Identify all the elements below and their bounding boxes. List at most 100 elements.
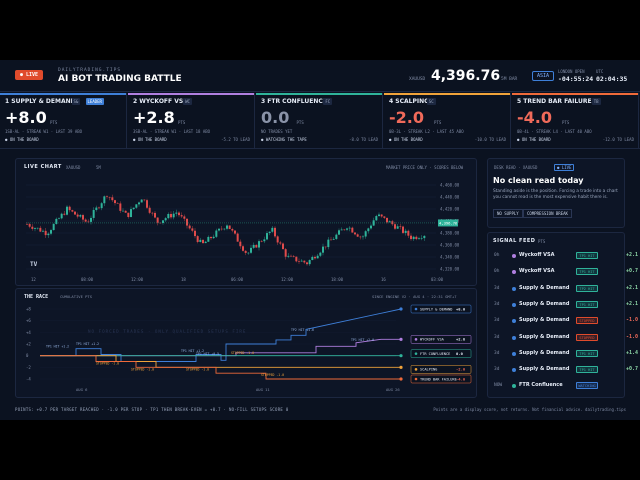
top-bar: ● LIVE DAILYTRADING.TIPS AI BOT TRADING …: [0, 60, 640, 92]
feed-bot-dot: [512, 254, 516, 258]
desk-chip-supply[interactable]: NO SUPPLY: [493, 209, 523, 218]
race-annotation: TP2 HIT +1.6: [291, 328, 314, 332]
bot-card[interactable]: 3 FTR CONFLUENCE FC 0.0 PTS NO TRADES YET ● W…: [256, 93, 383, 149]
candlestick-chart[interactable]: 4,460.004,440.004,420.004,400.004,380.00…: [16, 159, 478, 287]
candle-body: [338, 230, 340, 235]
bot-status: ● WATCHING THE TAPE: [261, 137, 307, 142]
feed-bot-name: Supply & Demand: [519, 284, 570, 291]
feed-bot-name: Wyckoff VSA: [519, 252, 555, 258]
feed-row[interactable]: 3d Supply & Demand STOPPED -1.0: [492, 313, 640, 329]
feed-time: 0h: [494, 253, 500, 258]
signal-feed-panel: SIGNAL FEED PTS 0h Wyckoff VSA TP1 HIT +2.1…: [487, 232, 638, 398]
x-tick-label: 08:00: [81, 277, 94, 282]
candle-body: [378, 214, 380, 217]
candle-body: [348, 227, 351, 229]
feed-event-tag: TP2 HIT: [576, 284, 598, 292]
candle-body: [31, 226, 34, 229]
candle-body: [340, 229, 343, 231]
bot-badge: TB: [591, 98, 601, 105]
feed-row[interactable]: 3d Supply & Demand TP1 HIT +0.7: [492, 362, 640, 378]
current-price-text: 4,396.76: [439, 220, 458, 225]
candle-body: [223, 228, 226, 230]
race-series-endpoint: [399, 365, 403, 369]
candle-body: [135, 204, 138, 208]
feed-row[interactable]: NOW FTR Confluence WATCHING: [492, 378, 640, 394]
bot-badge: FC: [323, 98, 333, 105]
utc-clock: 02:04:35: [596, 75, 628, 83]
feed-row[interactable]: 0h Wyckoff VSA TP1 HIT +2.1: [492, 248, 640, 264]
feed-time: 3d: [494, 367, 500, 373]
bot-card[interactable]: 4 SCALPING SC -2.0 PTS 0B-3L · STREAK L2 · L…: [384, 93, 511, 149]
bot-status: ● ON THE BOARD: [5, 137, 39, 142]
feed-row[interactable]: 3d Supply & Demand TP2 HIT +2.1: [492, 281, 640, 297]
x-tick-label: 18:00: [331, 277, 344, 282]
feed-event-tag: TP1 HIT: [576, 268, 598, 276]
candle-body: [74, 211, 76, 215]
candle-body: [156, 217, 159, 223]
feed-bot-name: Supply & Demand: [519, 333, 570, 340]
bot-status: ● ON THE BOARD: [389, 137, 423, 142]
x-tick-label: 03:00: [431, 277, 444, 282]
desk-headline: No clean read today: [493, 176, 584, 185]
bot-name: 4 SCALPING: [389, 98, 430, 105]
candle-body: [164, 218, 167, 221]
feed-bot-name: Supply & Demand: [519, 349, 570, 356]
candle-body: [98, 207, 100, 209]
london-open-label: LONDON OPEN: [558, 69, 585, 74]
candle-body: [279, 242, 282, 244]
bot-color-bar: [512, 93, 638, 95]
candle-body: [308, 260, 311, 265]
candle-body: [60, 213, 63, 219]
timeframe-label: 5M BAR: [501, 77, 518, 82]
candle-body: [404, 230, 407, 233]
race-annotation: TP1 HIT +1.2: [76, 342, 99, 346]
candle-body: [170, 213, 172, 218]
candle-body: [290, 255, 292, 257]
candle-body: [263, 239, 266, 242]
bot-meta: NO TRADES YET: [261, 129, 293, 134]
desk-read-title: DESK READ · XAUUSD: [494, 165, 538, 170]
race-series-endpoint: [399, 354, 403, 358]
bot-card[interactable]: 5 TREND BAR FAILURE TB -4.0 PTS 0B-4L · STRE…: [512, 93, 639, 149]
bot-card[interactable]: 1 SUPPLY & DEMAND S& LEADER +8.0 PTS 1SB-AL ·…: [0, 93, 127, 149]
feed-time: 0h: [494, 269, 500, 275]
candle-body: [415, 236, 418, 240]
bot-card[interactable]: 2 WYCKOFF VSA WC +2.8 PTS 3SB-AL · STREAK W1…: [128, 93, 255, 149]
feed-row[interactable]: 0h Wyckoff VSA TP1 HIT +0.7: [492, 264, 640, 280]
candle-body: [412, 236, 415, 240]
feed-bot-dot: [512, 319, 516, 324]
candle-body: [66, 206, 68, 215]
candle-body: [154, 212, 156, 218]
candle-body: [316, 255, 319, 259]
race-legend-dot: [414, 338, 418, 341]
candle-body: [399, 226, 402, 227]
feed-row[interactable]: 3d Supply & Demand TP1 HIT +2.1: [492, 297, 640, 313]
candle-body: [234, 230, 236, 234]
feed-bot-name: Supply & Demand: [519, 317, 570, 324]
bot-score-unit: PTS: [562, 120, 570, 125]
candle-body: [215, 230, 218, 237]
x-tick-label: 12:00: [131, 277, 144, 282]
y-tick-label: 4,440.00: [440, 195, 460, 200]
feed-row[interactable]: 3d Supply & Demand STOPPED -1.0: [492, 330, 640, 346]
session-badge[interactable]: ASIA: [532, 71, 555, 81]
candle-body: [106, 196, 108, 197]
race-legend-dot: [414, 352, 418, 355]
race-annotation: TP1 HIT +1.2: [46, 345, 69, 349]
desk-chip-compression[interactable]: COMPRESSION BREAK: [523, 209, 572, 218]
candle-body: [79, 215, 82, 217]
bot-name: 2 WYCKOFF VSA: [133, 98, 188, 105]
bot-lead-gap: -5.2 TO LEAD: [221, 137, 250, 142]
race-legend-value: -4.0: [456, 376, 466, 381]
candle-body: [306, 262, 308, 265]
candle-body: [52, 223, 55, 231]
candle-body: [298, 261, 300, 262]
scoring-rules: POINTS: +0.7 PER TARGET REACHED · -1.0 P…: [15, 407, 289, 412]
candle-body: [130, 209, 132, 218]
race-legend-name: WYCKOFF VSA: [420, 338, 445, 342]
feed-row[interactable]: 3d Supply & Demand TP1 HIT +1.4: [492, 346, 640, 362]
feed-bot-dot: [512, 335, 516, 340]
feed-bot-dot: [512, 384, 516, 389]
race-annotation: STOPPED -1.0: [96, 361, 119, 365]
candle-body: [220, 228, 223, 230]
